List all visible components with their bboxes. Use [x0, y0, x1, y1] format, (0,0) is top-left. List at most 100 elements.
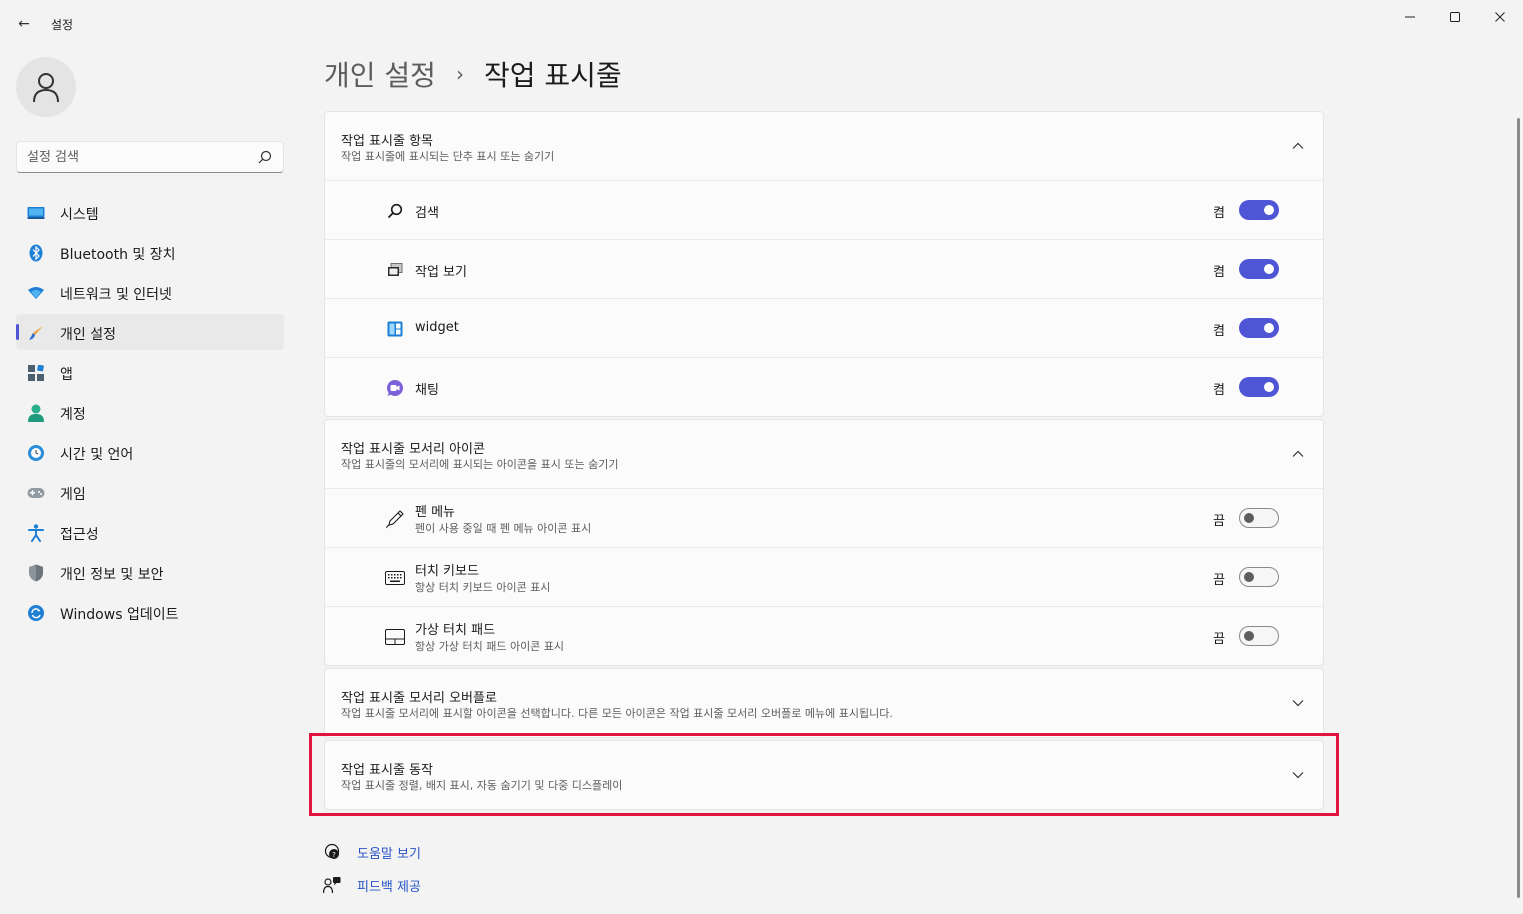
search-icon[interactable] [257, 149, 273, 165]
sidebar-item-label: 개인 설정 [60, 327, 116, 343]
task-view-icon [385, 260, 405, 280]
sidebar-nav: 시스템 Bluetooth 및 장치 네트워크 및 인터넷 개인 설정 앱 계정 [16, 194, 284, 634]
section-description: 작업 표시줄 모서리에 표시할 아이콘을 선택합니다. 다른 모든 아이콘은 작… [341, 707, 893, 720]
section-title: 작업 표시줄 모서리 오버플로 [341, 691, 497, 706]
toggle-knob [1264, 323, 1274, 333]
virtual-touchpad-toggle[interactable] [1239, 626, 1279, 646]
give-feedback-link[interactable]: 피드백 제공 [322, 875, 421, 895]
sidebar-item-time-language[interactable]: 시간 및 언어 [16, 434, 284, 470]
toggle-state-text: 켬 [1213, 265, 1225, 280]
setting-row-touch-keyboard: 터치 키보드 항상 터치 키보드 아이콘 표시 끔 [325, 547, 1323, 606]
chat-toggle[interactable] [1239, 377, 1279, 397]
toggle-state-text: 켬 [1213, 383, 1225, 398]
sidebar-item-label: 앱 [60, 367, 73, 383]
user-icon [33, 73, 59, 103]
toggle-knob [1264, 382, 1274, 392]
svg-text:?: ? [332, 851, 336, 859]
sidebar-item-windows-update[interactable]: Windows 업데이트 [16, 594, 284, 630]
scrollbar[interactable] [1517, 118, 1520, 898]
sidebar-item-personalization[interactable]: 개인 설정 [16, 314, 284, 350]
breadcrumb-parent[interactable]: 개인 설정 [324, 54, 436, 94]
setting-row-widget: widget 켬 [325, 298, 1323, 357]
sidebar-item-apps[interactable]: 앱 [16, 354, 284, 390]
avatar[interactable] [16, 57, 76, 117]
setting-label: 터치 키보드 [415, 564, 479, 579]
setting-row-chat: 채팅 켬 [325, 357, 1323, 416]
setting-label: widget [415, 320, 459, 335]
bluetooth-icon [27, 244, 45, 262]
sidebar-item-label: 접근성 [60, 527, 99, 543]
corner-overflow-header[interactable]: 작업 표시줄 모서리 오버플로 작업 표시줄 모서리에 표시할 아이콘을 선택합… [325, 669, 1323, 737]
close-icon [1495, 12, 1505, 22]
settings-search[interactable] [16, 141, 284, 173]
feedback-icon [322, 875, 342, 895]
toggle-knob [1244, 572, 1254, 582]
sidebar-item-accessibility[interactable]: 접근성 [16, 514, 284, 550]
widget-toggle[interactable] [1239, 318, 1279, 338]
chevron-up-icon [1292, 142, 1304, 149]
sidebar-item-label: Windows 업데이트 [60, 607, 179, 623]
section-title: 작업 표시줄 모서리 아이콘 [341, 442, 485, 457]
sidebar-item-gaming[interactable]: 게임 [16, 474, 284, 510]
gamepad-icon [27, 484, 45, 502]
sidebar-item-accounts[interactable]: 계정 [16, 394, 284, 430]
setting-description: 항상 가상 터치 패드 아이콘 표시 [415, 640, 565, 653]
back-arrow-icon: ← [18, 16, 30, 32]
app-title: 설정 [51, 18, 74, 32]
close-button[interactable] [1485, 6, 1515, 28]
toggle-state-text: 켬 [1213, 324, 1225, 339]
help-link-text[interactable]: 도움말 보기 [357, 843, 421, 862]
back-button[interactable]: ← [12, 12, 36, 36]
toggle-knob [1264, 205, 1274, 215]
breadcrumb-separator: › [455, 62, 464, 86]
chevron-up-icon [1292, 450, 1304, 457]
setting-label: 가상 터치 패드 [415, 623, 496, 638]
sidebar-item-system[interactable]: 시스템 [16, 194, 284, 230]
minimize-icon [1405, 16, 1415, 18]
sidebar-item-network[interactable]: 네트워크 및 인터넷 [16, 274, 284, 310]
setting-label: 채팅 [415, 383, 439, 398]
corner-icons-card: 작업 표시줄 모서리 아이콘 작업 표시줄의 모서리에 표시되는 아이콘을 표시… [324, 419, 1324, 666]
search-icon [385, 201, 405, 221]
setting-row-pen-menu: 펜 메뉴 펜이 사용 중일 때 펜 메뉴 아이콘 표시 끔 [325, 488, 1323, 547]
update-icon [27, 604, 45, 622]
maximize-icon [1450, 12, 1460, 22]
taskbar-items-header[interactable]: 작업 표시줄 항목 작업 표시줄에 표시되는 단추 표시 또는 숨기기 [325, 112, 1323, 180]
pen-icon [385, 509, 405, 529]
get-help-link[interactable]: ? 도움말 보기 [322, 842, 421, 862]
title-bar: ← 설정 [0, 0, 1523, 46]
toggle-state-text: 끔 [1213, 632, 1225, 647]
page-title: 작업 표시줄 [483, 59, 622, 92]
feedback-link-text[interactable]: 피드백 제공 [357, 876, 421, 895]
setting-description: 펜이 사용 중일 때 펜 메뉴 아이콘 표시 [415, 522, 592, 535]
search-toggle[interactable] [1239, 200, 1279, 220]
toggle-knob [1264, 264, 1274, 274]
keyboard-icon [385, 568, 405, 588]
setting-label: 작업 보기 [415, 265, 467, 280]
breadcrumb: 개인 설정 › 작업 표시줄 [324, 52, 622, 96]
maximize-button[interactable] [1440, 6, 1470, 28]
setting-description: 항상 터치 키보드 아이콘 표시 [415, 581, 551, 594]
task-view-toggle[interactable] [1239, 259, 1279, 279]
sidebar-item-label: 시스템 [60, 207, 99, 223]
system-icon [27, 204, 45, 222]
chevron-down-icon [1292, 700, 1304, 707]
corner-icons-header[interactable]: 작업 표시줄 모서리 아이콘 작업 표시줄의 모서리에 표시되는 아이콘을 표시… [325, 420, 1323, 488]
chat-icon [385, 378, 405, 398]
setting-label: 검색 [415, 206, 439, 221]
sidebar-item-privacy[interactable]: 개인 정보 및 보안 [16, 554, 284, 590]
pen-menu-toggle[interactable] [1239, 508, 1279, 528]
shield-icon [27, 564, 45, 582]
section-description: 작업 표시줄의 모서리에 표시되는 아이콘을 표시 또는 숨기기 [341, 458, 619, 471]
touchpad-icon [385, 627, 405, 647]
sidebar-item-bluetooth[interactable]: Bluetooth 및 장치 [16, 234, 284, 270]
sidebar-item-label: 개인 정보 및 보안 [60, 567, 164, 583]
sidebar-item-label: 게임 [60, 487, 86, 503]
apps-icon [27, 364, 45, 382]
touch-keyboard-toggle[interactable] [1239, 567, 1279, 587]
toggle-state-text: 끔 [1213, 573, 1225, 588]
minimize-button[interactable] [1395, 6, 1425, 28]
globe-clock-icon [27, 444, 45, 462]
search-input[interactable] [27, 148, 247, 166]
corner-overflow-card[interactable]: 작업 표시줄 모서리 오버플로 작업 표시줄 모서리에 표시할 아이콘을 선택합… [324, 668, 1324, 738]
